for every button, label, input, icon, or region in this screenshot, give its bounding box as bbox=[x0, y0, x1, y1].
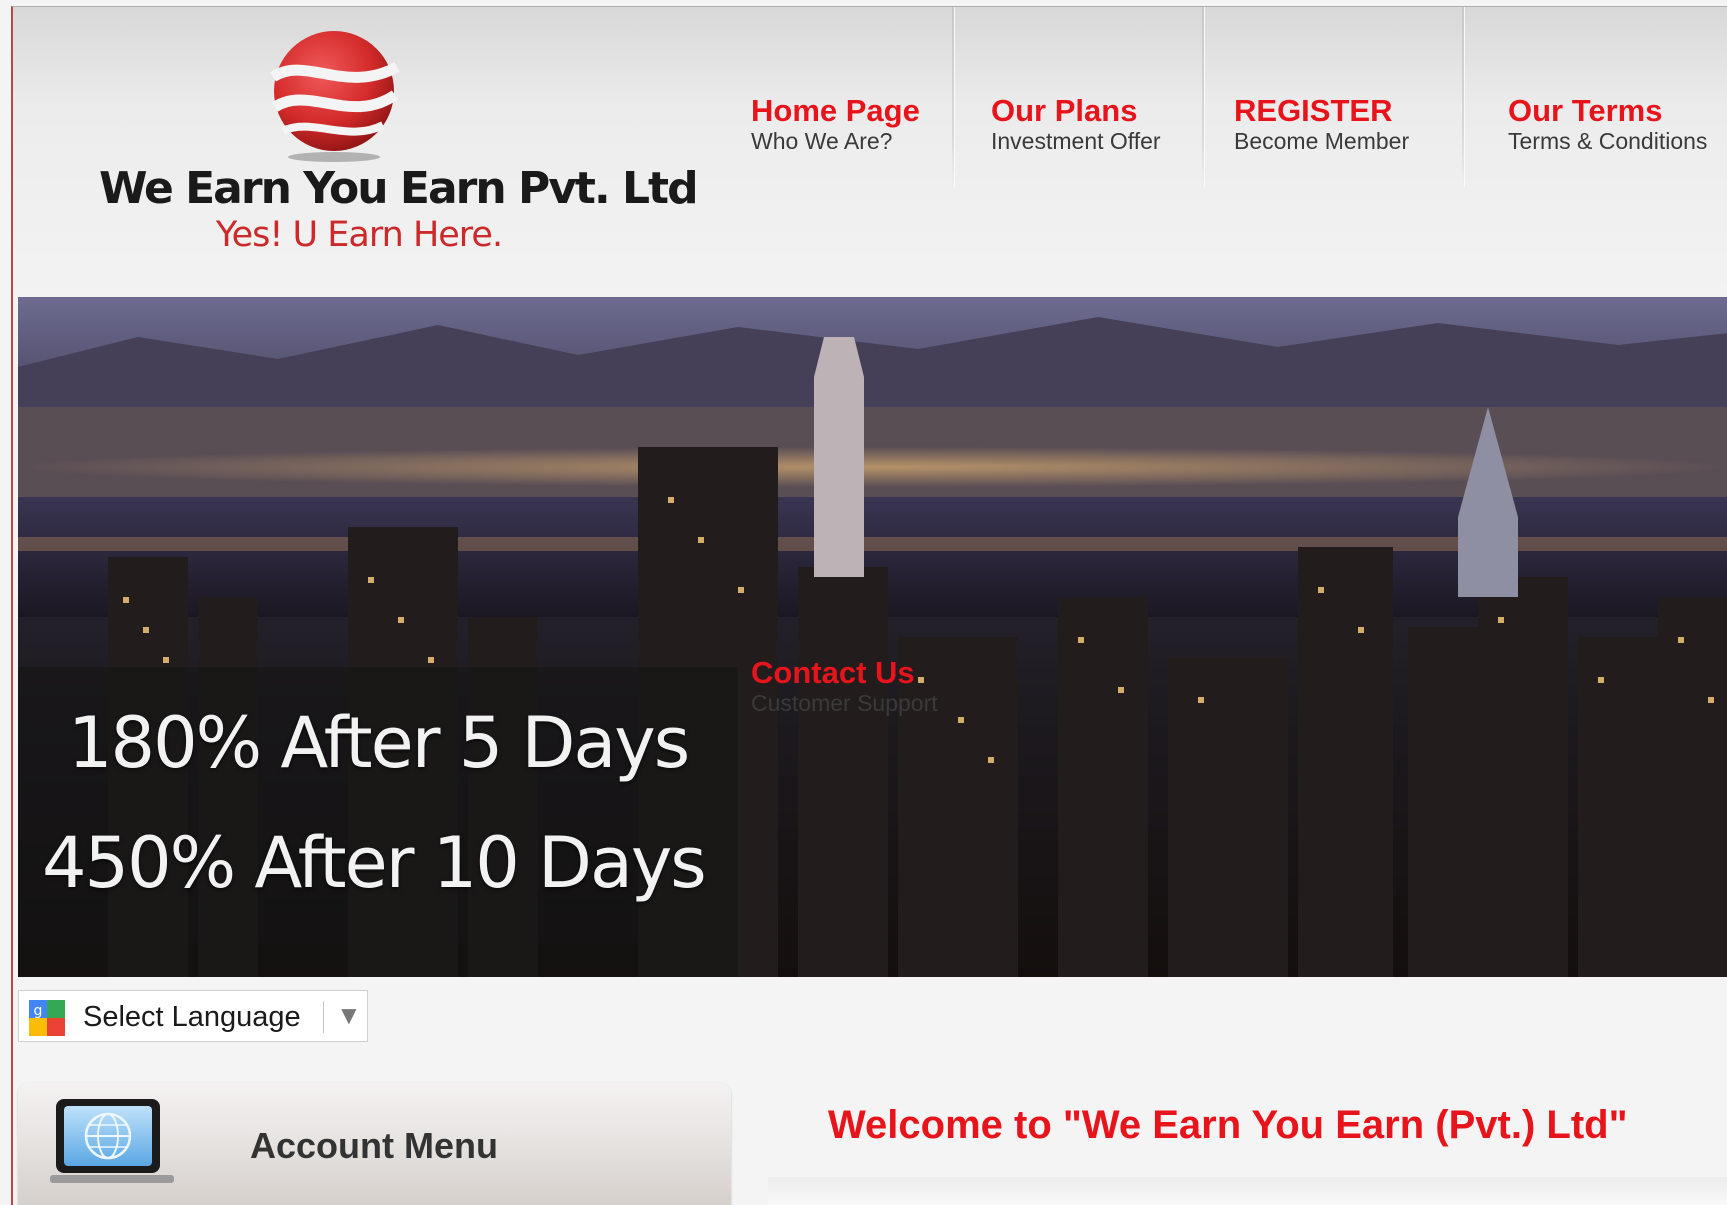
welcome-heading: Welcome to "We Earn You Earn (Pvt.) Ltd" bbox=[828, 1103, 1628, 1147]
nav-title[interactable]: Contact Us bbox=[751, 657, 938, 689]
nav-plans[interactable]: Our Plans Investment Offer bbox=[991, 95, 1161, 155]
svg-text:g: g bbox=[34, 1003, 43, 1019]
nav-contact[interactable]: Contact Us Customer Support bbox=[751, 657, 938, 717]
language-select-divider bbox=[323, 1001, 324, 1033]
dropdown-arrow-icon[interactable]: ▼ bbox=[336, 1000, 362, 1031]
hero-banner: Contact Us Customer Support 180% After 5… bbox=[18, 297, 1727, 977]
banner-offer-line-1: 180% After 5 Days bbox=[68, 702, 690, 784]
nav-subtitle[interactable]: Who We Are? bbox=[751, 127, 920, 155]
nav-title[interactable]: Our Plans bbox=[991, 95, 1161, 127]
site-header: We Earn You Earn Pvt. Ltd Yes! U Earn He… bbox=[13, 7, 1727, 297]
nav-subtitle[interactable]: Terms & Conditions bbox=[1508, 127, 1707, 155]
nav-title[interactable]: REGISTER bbox=[1234, 95, 1409, 127]
nav-title[interactable]: Home Page bbox=[751, 95, 920, 127]
google-translate-icon: g bbox=[29, 1000, 65, 1036]
account-menu-header[interactable]: Account Menu bbox=[18, 1083, 731, 1205]
site-tagline: Yes! U Earn Here. bbox=[215, 215, 503, 255]
language-select[interactable]: g Select Language ▼ bbox=[18, 990, 368, 1042]
language-select-label: Select Language bbox=[83, 1001, 301, 1033]
page-frame: We Earn You Earn Pvt. Ltd Yes! U Earn He… bbox=[11, 6, 1727, 1205]
account-menu-title: Account Menu bbox=[250, 1125, 498, 1166]
nav-terms[interactable]: Our Terms Terms & Conditions bbox=[1508, 95, 1707, 155]
nav-separator bbox=[1202, 7, 1204, 187]
nav-home[interactable]: Home Page Who We Are? bbox=[751, 95, 920, 155]
nav-subtitle[interactable]: Become Member bbox=[1234, 127, 1409, 155]
nav-title[interactable]: Our Terms bbox=[1508, 95, 1707, 127]
nav-subtitle[interactable]: Customer Support bbox=[751, 689, 938, 717]
nav-register[interactable]: REGISTER Become Member bbox=[1234, 95, 1409, 155]
monitor-globe-icon bbox=[50, 1099, 174, 1183]
banner-offer-line-2: 450% After 10 Days bbox=[42, 822, 707, 904]
content-panel bbox=[768, 1177, 1727, 1205]
nav-separator bbox=[1462, 7, 1464, 187]
nav-separator bbox=[952, 7, 954, 187]
banner-caption: 180% After 5 Days 450% After 10 Days bbox=[18, 667, 738, 977]
nav-subtitle[interactable]: Investment Offer bbox=[991, 127, 1161, 155]
main-nav: Home Page Who We Are? Our Plans Investme… bbox=[13, 7, 1727, 197]
